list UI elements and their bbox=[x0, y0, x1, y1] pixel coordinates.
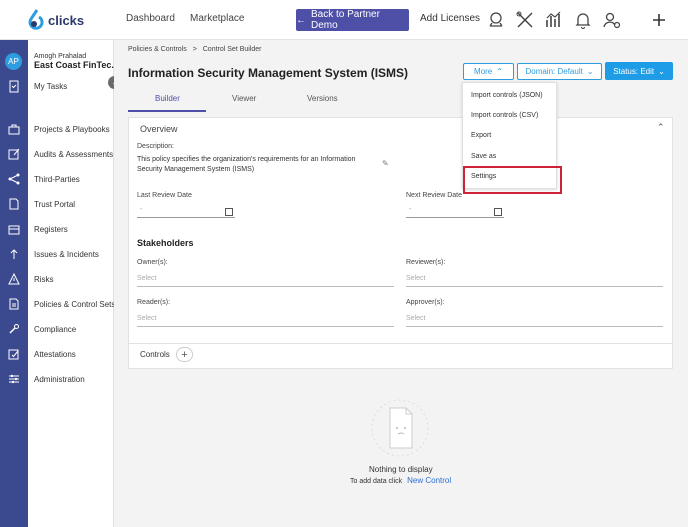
status-label: Status: Edit bbox=[613, 66, 655, 76]
active-tab-indicator bbox=[128, 110, 206, 112]
add-icon[interactable] bbox=[649, 10, 669, 30]
empty-state-title: Nothing to display bbox=[369, 465, 433, 474]
arrow-left-icon: ← bbox=[296, 14, 306, 26]
sidebar-item-trust-portal[interactable]: Trust Portal bbox=[34, 200, 75, 209]
next-review-value: - bbox=[409, 206, 412, 213]
tab-viewer[interactable]: Viewer bbox=[232, 94, 256, 103]
sidebar-item-policies[interactable]: Policies & Control Sets bbox=[34, 300, 115, 309]
menu-item-import-json[interactable]: Import controls (JSON) bbox=[471, 92, 543, 99]
next-review-field[interactable]: - bbox=[406, 206, 504, 218]
folder-icon[interactable] bbox=[7, 222, 21, 236]
menu-item-import-csv[interactable]: Import controls (CSV) bbox=[471, 112, 538, 119]
empty-document-icon bbox=[371, 399, 429, 457]
reviewer-label: Reviewer(s): bbox=[406, 259, 446, 266]
policy-icon[interactable] bbox=[7, 297, 21, 311]
pencil-icon[interactable]: ✎ bbox=[382, 159, 389, 168]
arrow-icon[interactable] bbox=[7, 247, 21, 261]
sidebar-item-issues[interactable]: Issues & Incidents bbox=[34, 250, 99, 259]
sidebar-item-compliance[interactable]: Compliance bbox=[34, 325, 76, 334]
network-icon[interactable] bbox=[7, 172, 21, 186]
last-review-field[interactable]: - bbox=[137, 206, 235, 218]
stakeholders-title: Stakeholders bbox=[137, 238, 194, 248]
edit-icon[interactable] bbox=[7, 147, 21, 161]
description-text: This policy specifies the organization's… bbox=[137, 156, 356, 173]
menu-item-save-as[interactable]: Save as bbox=[471, 153, 496, 160]
empty-state-sub: To add data click New Control bbox=[350, 476, 451, 485]
reviewer-select[interactable]: Select bbox=[406, 275, 663, 287]
reader-select[interactable]: Select bbox=[137, 315, 394, 327]
owner-select[interactable]: Select bbox=[137, 275, 394, 287]
back-button-label: Back to Partner Demo bbox=[311, 9, 380, 31]
last-review-value: - bbox=[140, 206, 143, 213]
warning-icon[interactable] bbox=[7, 272, 21, 286]
add-control-button[interactable]: + bbox=[176, 347, 193, 362]
clipboard-icon[interactable] bbox=[7, 79, 21, 93]
user-name: Amogh Prahalad bbox=[34, 53, 87, 60]
org-name[interactable]: East Coast FinTec... bbox=[34, 60, 119, 70]
tabs bbox=[128, 88, 673, 112]
nav-marketplace[interactable]: Marketplace bbox=[190, 13, 244, 24]
user-settings-icon[interactable] bbox=[602, 10, 622, 30]
sidebar-item-audits[interactable]: Audits & Assessments bbox=[34, 150, 113, 159]
new-control-link[interactable]: New Control bbox=[407, 476, 451, 485]
overview-header[interactable]: Overview bbox=[140, 124, 178, 134]
logo[interactable]: clicks bbox=[24, 8, 84, 32]
chevron-up-icon: ⌃ bbox=[496, 67, 503, 76]
tab-builder[interactable]: Builder bbox=[155, 94, 180, 103]
back-to-partner-button[interactable]: ← Back to Partner Demo bbox=[296, 9, 409, 31]
next-review-label: Next Review Date bbox=[406, 192, 463, 199]
description-label: Description: bbox=[137, 143, 174, 150]
approver-select[interactable]: Select bbox=[406, 315, 663, 327]
calendar-icon[interactable] bbox=[494, 208, 502, 216]
sidebar-item-attestations[interactable]: Attestations bbox=[34, 350, 76, 359]
domain-button[interactable]: Domain: Default ⌄ bbox=[517, 63, 602, 80]
calendar-icon[interactable] bbox=[225, 208, 233, 216]
breadcrumb-separator: > bbox=[192, 46, 197, 53]
approver-label: Approver(s): bbox=[406, 299, 445, 306]
controls-bar bbox=[128, 343, 673, 369]
sidebar-item-projects[interactable]: Projects & Playbooks bbox=[34, 125, 110, 134]
document-icon[interactable] bbox=[7, 197, 21, 211]
bell-icon[interactable] bbox=[573, 10, 593, 30]
owner-label: Owner(s): bbox=[137, 259, 168, 266]
collapse-caret-icon[interactable]: ⌃ bbox=[657, 122, 665, 133]
analytics-icon[interactable] bbox=[544, 10, 564, 30]
breadcrumb-current: Control Set Builder bbox=[202, 46, 262, 53]
logo-text: clicks bbox=[48, 12, 85, 28]
briefcase-icon[interactable] bbox=[7, 122, 21, 136]
empty-state-sub-text: To add data click bbox=[350, 478, 403, 485]
domain-label: Domain: Default bbox=[525, 67, 583, 76]
page-title: Information Security Management System (… bbox=[128, 66, 409, 80]
add-licenses-link[interactable]: Add Licenses bbox=[420, 13, 480, 24]
last-review-label: Last Review Date bbox=[137, 192, 192, 199]
chevron-down-icon: ⌄ bbox=[586, 67, 594, 76]
sidebar-item-risks[interactable]: Risks bbox=[34, 275, 54, 284]
sidebar-item-administration[interactable]: Administration bbox=[34, 375, 85, 384]
support-icon[interactable] bbox=[486, 10, 506, 30]
attest-icon[interactable] bbox=[7, 347, 21, 361]
logo-icon bbox=[28, 9, 44, 30]
settings-highlight-box bbox=[463, 166, 562, 194]
breadcrumb: Policies & Controls > Control Set Builde… bbox=[128, 46, 262, 53]
tools-icon[interactable] bbox=[515, 10, 535, 30]
more-button[interactable]: More ⌃ bbox=[463, 63, 514, 80]
wrench-icon[interactable] bbox=[7, 322, 21, 336]
menu-item-export[interactable]: Export bbox=[471, 132, 491, 139]
tab-versions[interactable]: Versions bbox=[307, 94, 338, 103]
chevron-down-icon: ⌄ bbox=[658, 66, 665, 76]
sidebar-item-registers[interactable]: Registers bbox=[34, 225, 68, 234]
sidebar-item-third-parties[interactable]: Third-Parties bbox=[34, 175, 80, 184]
breadcrumb-policies[interactable]: Policies & Controls bbox=[128, 46, 187, 53]
avatar[interactable]: AP bbox=[5, 53, 22, 70]
sidebar-item-my-tasks[interactable]: My Tasks bbox=[34, 82, 67, 91]
nav-dashboard[interactable]: Dashboard bbox=[126, 13, 175, 24]
sliders-icon[interactable] bbox=[7, 372, 21, 386]
more-label: More bbox=[474, 67, 493, 76]
status-button[interactable]: Status: Edit ⌄ bbox=[605, 62, 673, 80]
controls-label: Controls bbox=[140, 350, 170, 359]
reader-label: Reader(s): bbox=[137, 299, 171, 306]
